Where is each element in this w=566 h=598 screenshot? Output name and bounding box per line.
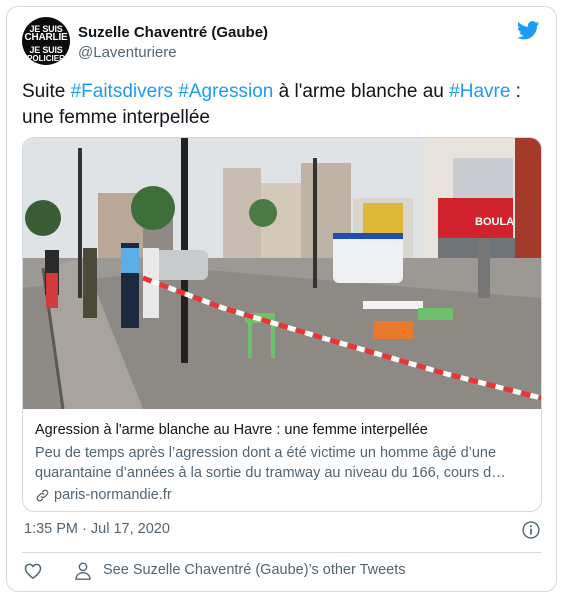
person-icon <box>75 562 91 580</box>
author-handle[interactable]: @Laventuriere <box>78 44 177 61</box>
info-icon[interactable] <box>521 520 541 540</box>
hashtag-faitsdivers[interactable]: #Faitsdivers <box>71 81 173 102</box>
hashtag-havre[interactable]: #Havre <box>449 81 510 102</box>
link-preview-card[interactable]: BOULA Agression à l'arme blanche au Havr… <box>22 137 542 512</box>
tweet-text: Suite #Faitsdivers #Agression à l'arme b… <box>22 79 537 131</box>
tweet-text-prefix: Suite <box>22 81 71 102</box>
avatar[interactable]: JE SUIS CHARLIE JE SUIS POLICIER <box>22 17 70 65</box>
link-card-title[interactable]: Agression à l'arme blanche au Havre : un… <box>35 422 428 438</box>
tweet-text-mid: à l'arme blanche au <box>273 81 450 102</box>
link-card-description: Peu de temps après l’agression dont a ét… <box>35 443 531 483</box>
avatar-text-4: POLICIER <box>27 54 65 63</box>
see-other-tweets-link[interactable]: See Suzelle Chaventré (Gaube)’s other Tw… <box>103 562 406 578</box>
link-card-domain-text: paris-normandie.fr <box>54 487 172 503</box>
twitter-bird-icon[interactable] <box>517 21 540 40</box>
link-card-description-line-2: quarantaine d’années à la sortie du tram… <box>35 465 506 481</box>
article-photo[interactable]: BOULA <box>23 138 541 409</box>
footer-divider <box>22 552 541 553</box>
tweet-timestamp[interactable]: 1:35 PM · Jul 17, 2020 <box>24 521 170 537</box>
tweet-card[interactable]: JE SUIS CHARLIE JE SUIS POLICIER Suzelle… <box>6 6 557 592</box>
avatar-text-2: CHARLIE <box>24 32 68 43</box>
photo-shop-sign: BOULA <box>475 216 514 228</box>
author-name[interactable]: Suzelle Chaventré (Gaube) <box>78 24 268 41</box>
link-icon <box>36 489 49 501</box>
link-card-domain[interactable]: paris-normandie.fr <box>35 487 172 503</box>
hashtag-agression[interactable]: #Agression <box>178 81 273 102</box>
heart-icon[interactable] <box>23 561 43 581</box>
link-card-description-line-1: Peu de temps après l’agression dont a ét… <box>35 445 497 461</box>
